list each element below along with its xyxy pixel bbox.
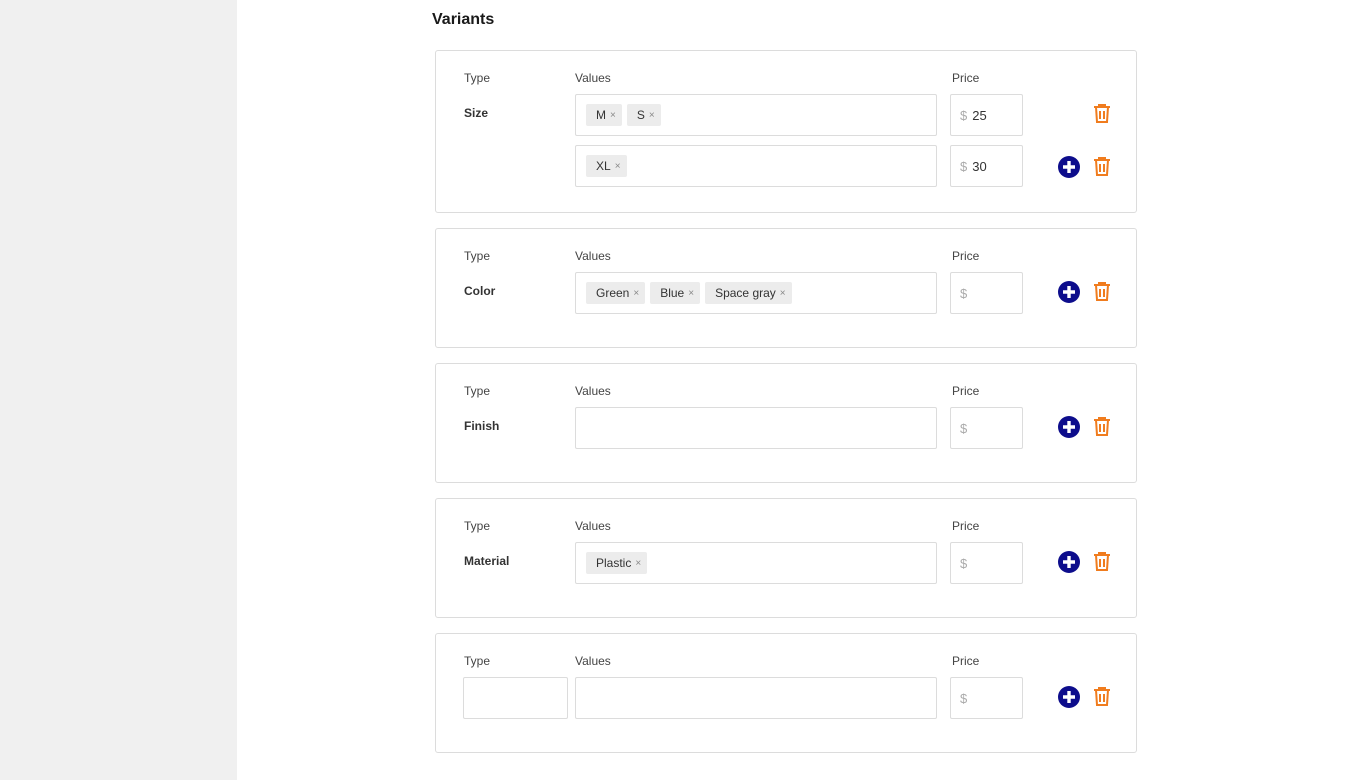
plus-circle-icon — [1058, 551, 1080, 573]
currency-symbol: $ — [960, 420, 968, 436]
trash-icon — [1094, 156, 1110, 176]
type-label: Type — [464, 384, 491, 398]
plus-circle-icon — [1058, 156, 1080, 178]
values-label: Values — [575, 384, 611, 398]
type-label: Type — [464, 519, 491, 533]
price-value: 30 — [972, 158, 987, 174]
value-chip: Blue × — [650, 282, 701, 304]
close-icon[interactable]: × — [633, 288, 639, 299]
trash-icon — [1094, 551, 1110, 571]
add-row-button[interactable] — [1058, 686, 1080, 708]
trash-icon — [1094, 416, 1110, 436]
chip-label: Blue — [660, 286, 685, 300]
price-input[interactable]: $ 25 — [950, 94, 1023, 136]
delete-row-button[interactable] — [1091, 685, 1113, 707]
variant-card-finish: Type Values Price Finish $ — [435, 363, 1137, 483]
value-chip: Space gray × — [705, 282, 792, 304]
values-label: Values — [575, 519, 611, 533]
value-chip: Plastic × — [586, 552, 648, 574]
close-icon[interactable]: × — [610, 110, 616, 121]
chip-label: M — [596, 108, 606, 122]
close-icon[interactable]: × — [615, 161, 621, 172]
currency-symbol: $ — [960, 158, 968, 174]
chip-label: Plastic — [596, 556, 632, 570]
price-label: Price — [952, 654, 980, 668]
trash-icon — [1094, 103, 1110, 123]
variant-card-new: Type Values Price $ — [435, 633, 1137, 753]
chip-label: Green — [596, 286, 630, 300]
currency-symbol: $ — [960, 690, 968, 706]
trash-icon — [1094, 686, 1110, 706]
type-label: Type — [464, 654, 491, 668]
close-icon[interactable]: × — [688, 288, 694, 299]
values-label: Values — [575, 71, 611, 85]
delete-row-button[interactable] — [1091, 415, 1113, 437]
value-chip: XL × — [586, 155, 627, 177]
add-row-button[interactable] — [1058, 156, 1080, 178]
trash-icon — [1094, 281, 1110, 301]
price-input[interactable]: $ — [950, 407, 1023, 449]
section-title: Variants — [432, 11, 495, 28]
delete-row-button[interactable] — [1091, 102, 1113, 124]
add-row-button[interactable] — [1058, 281, 1080, 303]
currency-symbol: $ — [960, 555, 968, 571]
values-input[interactable]: Plastic × — [575, 542, 937, 584]
price-label: Price — [952, 71, 980, 85]
variant-card-material: Type Values Price Material Plastic × $ — [435, 498, 1137, 618]
value-chip: S × — [626, 104, 661, 126]
variant-type-name: Material — [464, 554, 510, 568]
price-input[interactable]: $ — [950, 677, 1023, 719]
values-input[interactable]: M × S × — [575, 94, 937, 136]
values-label: Values — [575, 249, 611, 263]
price-label: Price — [952, 249, 980, 263]
add-row-button[interactable] — [1058, 416, 1080, 438]
close-icon[interactable]: × — [649, 110, 655, 121]
chip-label: XL — [596, 159, 611, 173]
values-input[interactable] — [575, 407, 937, 449]
values-input[interactable] — [575, 677, 937, 719]
variant-type-name: Size — [464, 106, 489, 120]
add-row-button[interactable] — [1058, 551, 1080, 573]
price-input[interactable]: $ 30 — [950, 145, 1023, 187]
type-input[interactable] — [463, 677, 568, 719]
delete-row-button[interactable] — [1091, 550, 1113, 572]
value-chip: M × — [586, 104, 622, 126]
chip-label: S — [636, 108, 645, 122]
close-icon[interactable]: × — [635, 558, 641, 569]
values-label: Values — [575, 654, 611, 668]
price-label: Price — [952, 519, 980, 533]
sidebar — [0, 0, 237, 780]
currency-symbol: $ — [960, 107, 968, 123]
variant-type-name: Finish — [464, 419, 500, 433]
price-label: Price — [952, 384, 980, 398]
variant-card-color: Type Values Price Color Green × Blue × S… — [435, 228, 1137, 348]
type-label: Type — [464, 71, 491, 85]
plus-circle-icon — [1058, 281, 1080, 303]
type-label: Type — [464, 249, 491, 263]
values-input[interactable]: Green × Blue × Space gray × — [575, 272, 937, 314]
price-value: 25 — [972, 107, 987, 123]
close-icon[interactable]: × — [780, 288, 786, 299]
plus-circle-icon — [1058, 416, 1080, 438]
variant-type-name: Color — [464, 284, 496, 298]
currency-symbol: $ — [960, 285, 968, 301]
variant-card-size: Type Values Price Size M × S × $ 25 XL × — [435, 50, 1137, 213]
chip-label: Space gray — [715, 286, 776, 300]
delete-row-button[interactable] — [1091, 280, 1113, 302]
price-input[interactable]: $ — [950, 272, 1023, 314]
price-input[interactable]: $ — [950, 542, 1023, 584]
delete-row-button[interactable] — [1091, 155, 1113, 177]
plus-circle-icon — [1058, 686, 1080, 708]
value-chip: Green × — [586, 282, 646, 304]
values-input[interactable]: XL × — [575, 145, 937, 187]
